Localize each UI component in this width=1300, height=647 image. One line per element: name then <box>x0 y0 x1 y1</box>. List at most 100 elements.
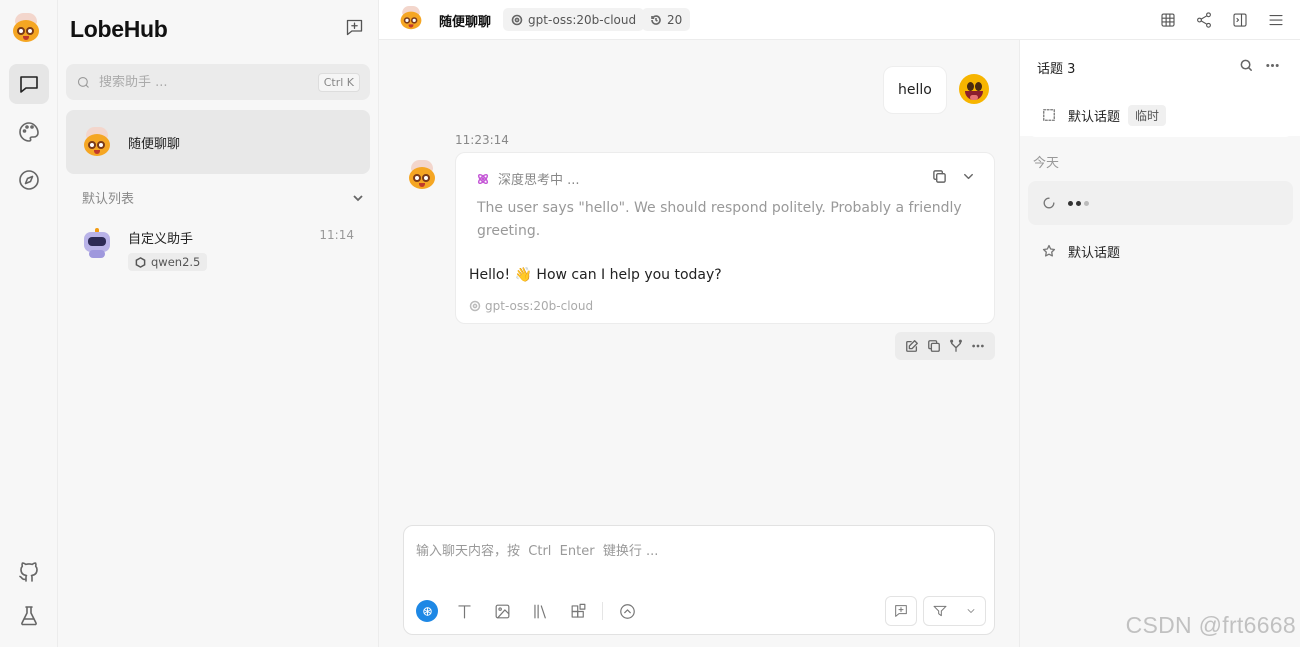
topic-more-button[interactable] <box>1265 58 1281 74</box>
more-icon[interactable] <box>971 339 985 353</box>
new-chat-button[interactable] <box>342 15 366 39</box>
toolbar-divider <box>602 602 603 620</box>
copy-icon[interactable] <box>927 339 941 353</box>
chevron-down-icon <box>967 609 975 613</box>
session-title: 自定义助手 <box>128 232 194 247</box>
search-icon <box>1240 59 1252 71</box>
branch-icon[interactable] <box>949 339 963 353</box>
session-panel: LobeHub Ctrl K 随便聊聊 默认列表 自定义助手 <box>58 0 379 647</box>
menu-button[interactable] <box>1265 9 1287 31</box>
upload-image-button[interactable] <box>491 600 513 622</box>
share-icon <box>1197 12 1211 28</box>
chevron-up-circle-icon <box>619 603 635 619</box>
brand-title: LobeHub <box>70 16 168 42</box>
thinking-text: The user says "hello". We should respond… <box>477 200 962 239</box>
session-avatar <box>82 127 112 157</box>
chat-input[interactable] <box>416 540 976 580</box>
nav-image-button[interactable] <box>9 112 49 152</box>
edit-icon[interactable] <box>905 339 919 353</box>
compass-icon <box>19 170 39 190</box>
session-item-active[interactable]: 随便聊聊 <box>66 110 370 174</box>
copy-icon[interactable] <box>932 169 947 184</box>
history-count[interactable]: 20 <box>642 8 691 31</box>
github-icon <box>19 562 38 582</box>
topic-title: 默认话题 <box>1068 109 1121 125</box>
blocks-icon <box>571 603 585 618</box>
chat-input-box <box>403 525 995 635</box>
topic-panel-title: 话题 3 <box>1037 62 1076 77</box>
topic-item-default[interactable]: 默认话题 临时 <box>1028 93 1293 137</box>
chevron-down-icon[interactable] <box>961 169 976 184</box>
search-icon <box>77 76 89 88</box>
model-footer-label: gpt-oss:20b-cloud <box>485 299 594 313</box>
openai-icon <box>422 606 432 616</box>
model-icon <box>135 256 146 268</box>
grid-icon <box>1161 13 1175 27</box>
nav-github-button[interactable] <box>9 552 49 592</box>
dashed-square-icon <box>1043 109 1055 121</box>
nav-discover-button[interactable] <box>9 160 49 200</box>
chat-icon <box>20 76 38 93</box>
plugins-button[interactable] <box>567 600 589 622</box>
menu-icon <box>1269 14 1283 26</box>
topic-panel: 话题 3 默认话题 临时 今天 默认话题 <box>1019 40 1300 647</box>
model-selector[interactable]: gpt-oss:20b-cloud <box>503 8 645 31</box>
model-icon <box>469 300 481 312</box>
nav-chat-button[interactable] <box>9 64 49 104</box>
flask-icon <box>21 606 37 626</box>
robot-avatar <box>82 228 112 258</box>
text-format-button[interactable] <box>453 600 475 622</box>
share-button[interactable] <box>1193 9 1215 31</box>
temp-badge: 临时 <box>1128 104 1167 126</box>
session-time: 11:14 <box>319 228 354 242</box>
nav-labs-button[interactable] <box>9 596 49 636</box>
app-root: LobeHub Ctrl K 随便聊聊 默认列表 自定义助手 <box>0 0 1300 647</box>
topic-item[interactable]: 默认话题 <box>1028 229 1293 273</box>
model-tag: qwen2.5 <box>128 253 208 271</box>
session-item[interactable]: 自定义助手 11:14 qwen2.5 <box>66 218 370 282</box>
toggle-panel-button[interactable] <box>1229 9 1251 31</box>
send-button[interactable] <box>923 596 986 626</box>
assistant-avatar[interactable] <box>407 160 437 190</box>
new-topic-button[interactable] <box>885 596 917 626</box>
topic-search-button[interactable] <box>1239 58 1255 74</box>
model-switch-button[interactable] <box>416 600 438 622</box>
send-icon <box>933 605 947 617</box>
thinking-header[interactable]: 深度思考中 ... <box>476 169 580 188</box>
model-name: gpt-oss:20b-cloud <box>528 12 637 27</box>
session-title: 随便聊聊 <box>128 136 181 152</box>
model-icon <box>511 14 523 25</box>
assistant-search[interactable]: Ctrl K <box>66 64 370 100</box>
assistant-message: 深度思考中 ... The user says "hello". We shou… <box>455 152 995 324</box>
expand-input-button[interactable] <box>616 600 638 622</box>
assistant-reply: Hello! 👋 How can I help you today? <box>469 267 722 283</box>
search-input[interactable] <box>99 74 318 90</box>
image-icon <box>495 604 509 618</box>
text-icon <box>457 604 471 618</box>
spinner-icon <box>1043 197 1055 209</box>
message-plus-icon <box>895 605 907 617</box>
star-icon <box>1042 244 1056 257</box>
model-tag-label: qwen2.5 <box>151 255 201 269</box>
topic-title: 默认话题 <box>1068 245 1121 261</box>
history-icon <box>651 14 661 25</box>
chat-header: 随便聊聊 gpt-oss:20b-cloud 20 <box>379 0 1300 40</box>
chat-title[interactable]: 随便聊聊 <box>439 11 491 30</box>
user-message-avatar[interactable] <box>959 74 989 104</box>
user-message: hello <box>883 66 947 114</box>
palette-icon <box>19 122 39 142</box>
session-group-header[interactable]: 默认列表 <box>82 188 364 207</box>
thinking-label: 深度思考中 ... <box>498 173 580 188</box>
chat-area: hello 11:23:14 深度思考中 ... The user says "… <box>379 40 1019 647</box>
nav-rail <box>0 0 58 647</box>
header-avatar[interactable] <box>399 6 422 30</box>
knowledge-button[interactable] <box>529 600 551 622</box>
layout-button[interactable] <box>1157 9 1179 31</box>
chevron-down-icon <box>353 194 363 201</box>
history-count-label: 20 <box>667 12 683 27</box>
user-avatar[interactable] <box>11 13 47 49</box>
library-icon <box>533 604 546 618</box>
topic-item-loading[interactable] <box>1028 181 1293 225</box>
message-plus-icon <box>346 19 362 35</box>
message-model-footer: gpt-oss:20b-cloud <box>469 299 593 313</box>
